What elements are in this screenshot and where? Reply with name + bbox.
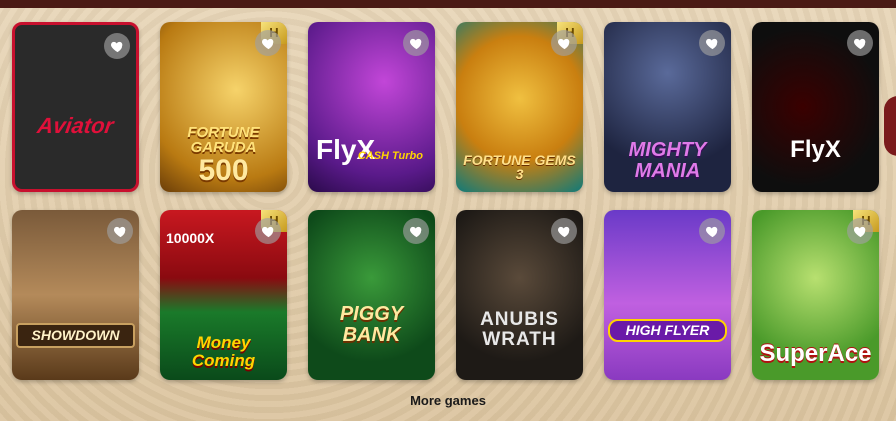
side-scroll-button[interactable] bbox=[884, 96, 896, 156]
favorite-button[interactable] bbox=[403, 30, 429, 56]
game-title: MIGHTY MANIA bbox=[628, 139, 707, 182]
game-card-aviator[interactable]: Aviator bbox=[12, 22, 139, 192]
game-title: FlyX bbox=[790, 135, 841, 163]
game-card-flyx[interactable]: FlyX bbox=[752, 22, 879, 192]
heart-icon bbox=[705, 38, 717, 49]
game-subtitle: CASH Turbo bbox=[357, 150, 423, 162]
favorite-button[interactable] bbox=[847, 218, 873, 244]
game-title: PIGGY BANK bbox=[339, 303, 404, 346]
favorite-button[interactable] bbox=[699, 30, 725, 56]
game-card-fortune-garuda[interactable]: FORTUNE GARUDA 500 H bbox=[160, 22, 287, 192]
game-card-fortune-gems[interactable]: FORTUNE GEMS 3 H bbox=[456, 22, 583, 192]
favorite-button[interactable] bbox=[551, 30, 577, 56]
game-card-mighty-mania[interactable]: MIGHTY MANIA bbox=[604, 22, 731, 192]
game-card-flyx-cash[interactable]: FlyX CASH Turbo bbox=[308, 22, 435, 192]
heart-icon bbox=[113, 226, 125, 237]
game-card-piggy-bank[interactable]: PIGGY BANK bbox=[308, 210, 435, 380]
favorite-button[interactable] bbox=[847, 30, 873, 56]
heart-icon bbox=[261, 38, 273, 49]
game-title: SuperAce bbox=[759, 339, 872, 367]
heart-icon bbox=[853, 38, 865, 49]
game-card-super-ace[interactable]: SuperAce H bbox=[752, 210, 879, 380]
game-grid: Aviator FORTUNE GARUDA 500 H FlyX CASH T… bbox=[12, 22, 879, 380]
heart-icon bbox=[409, 226, 421, 237]
heart-icon bbox=[705, 226, 717, 237]
game-subtitle: 500 bbox=[198, 154, 249, 187]
favorite-button[interactable] bbox=[551, 218, 577, 244]
heart-icon bbox=[261, 226, 273, 237]
game-multiplier: 10000X bbox=[166, 230, 215, 246]
heart-icon bbox=[110, 41, 122, 52]
heart-icon bbox=[409, 38, 421, 49]
game-card-high-flyer[interactable]: HIGH FLYER bbox=[604, 210, 731, 380]
game-title: FORTUNE GEMS 3 bbox=[463, 151, 576, 183]
favorite-button[interactable] bbox=[403, 218, 429, 244]
favorite-button[interactable] bbox=[104, 33, 130, 59]
game-title: ANUBIS WRATH bbox=[480, 309, 559, 351]
game-title: Aviator bbox=[35, 112, 116, 138]
favorite-button[interactable] bbox=[255, 30, 281, 56]
favorite-button[interactable] bbox=[107, 218, 133, 244]
game-title: SHOWDOWN bbox=[16, 323, 135, 348]
game-card-showdown[interactable]: SHOWDOWN bbox=[12, 210, 139, 380]
favorite-button[interactable] bbox=[255, 218, 281, 244]
game-title: HIGH FLYER bbox=[608, 319, 727, 342]
game-card-money-coming[interactable]: 10000X Money Coming H bbox=[160, 210, 287, 380]
heart-icon bbox=[557, 226, 569, 237]
top-bar bbox=[0, 0, 896, 8]
more-games-link[interactable]: More games bbox=[0, 393, 896, 408]
favorite-button[interactable] bbox=[699, 218, 725, 244]
heart-icon bbox=[853, 226, 865, 237]
game-card-anubis-wrath[interactable]: ANUBIS WRATH bbox=[456, 210, 583, 380]
game-title: Money Coming bbox=[191, 333, 256, 371]
heart-icon bbox=[557, 38, 569, 49]
game-title: FORTUNE GARUDA bbox=[187, 123, 260, 157]
